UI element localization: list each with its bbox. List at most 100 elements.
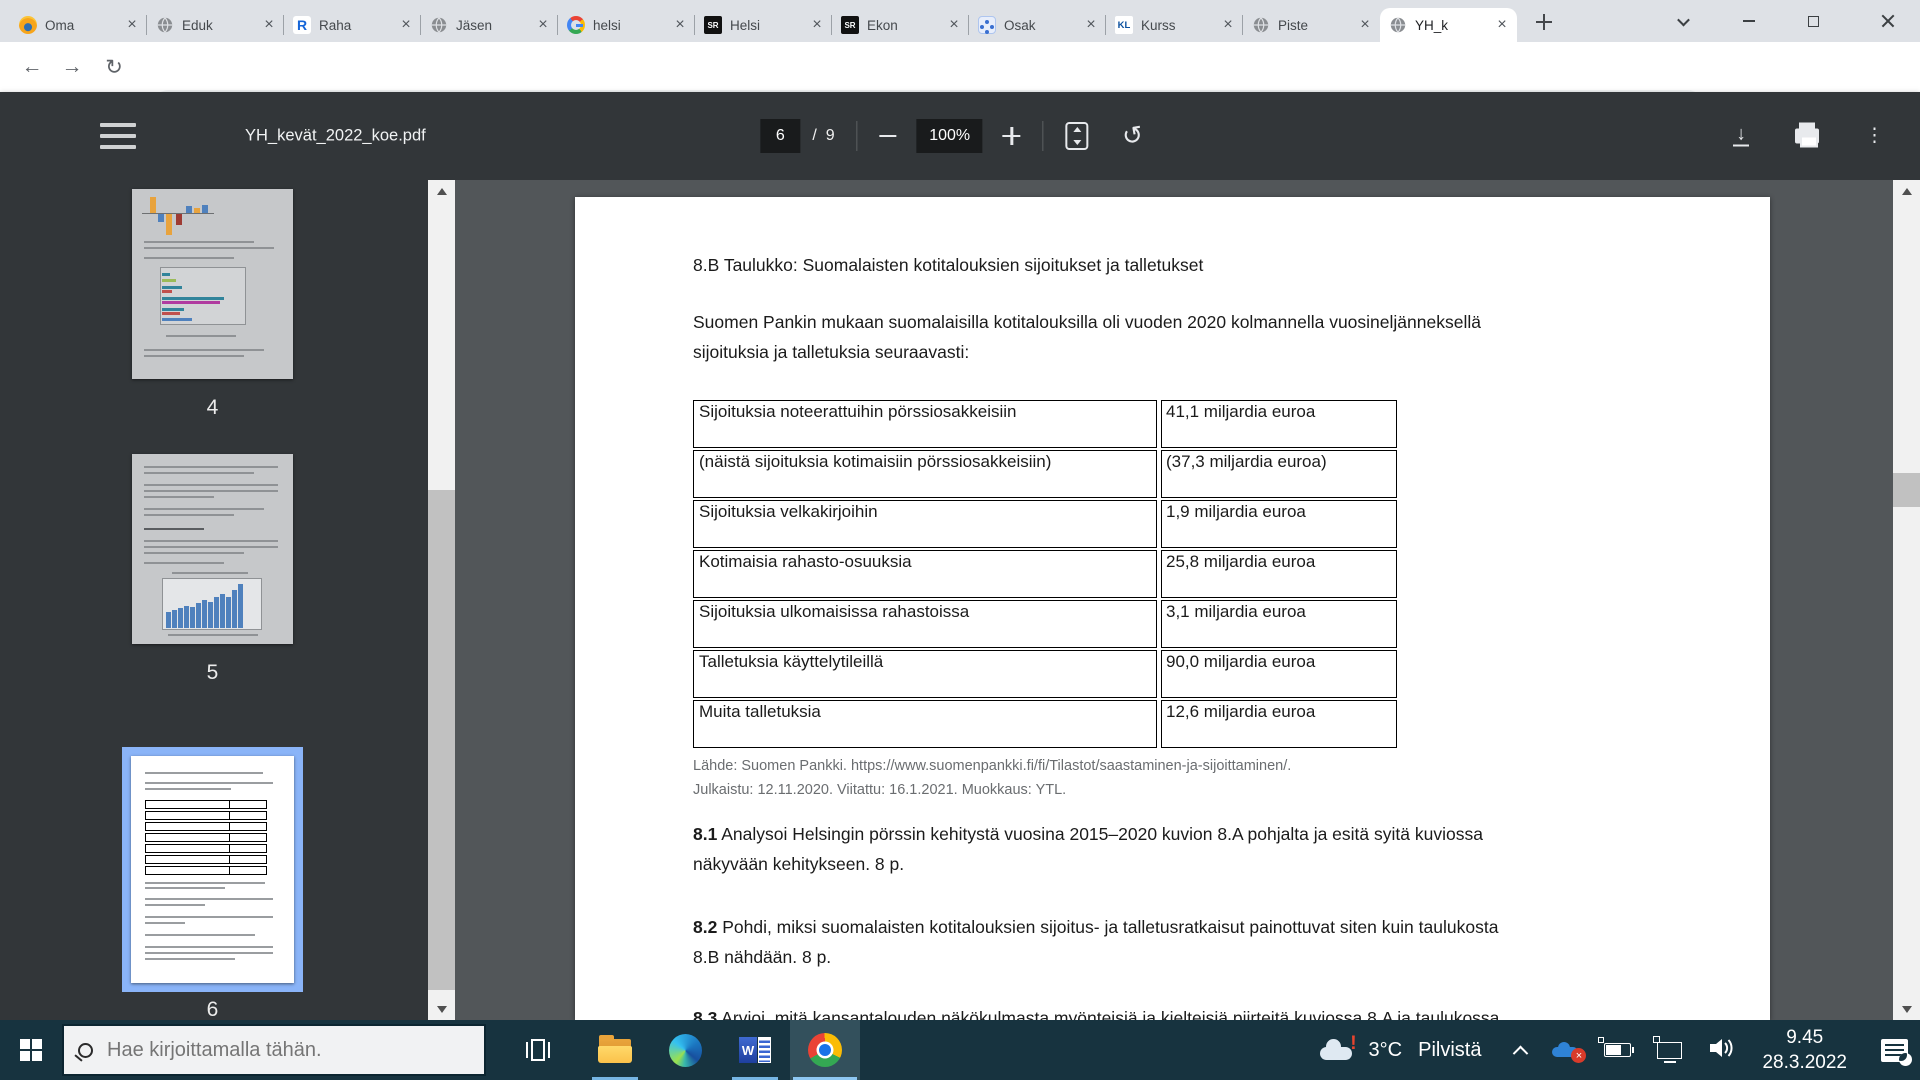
- search-input[interactable]: [107, 1039, 470, 1062]
- page-number-input[interactable]: [760, 119, 800, 153]
- taskbar-clock[interactable]: 9.45 28.3.2022: [1762, 1025, 1847, 1075]
- table-row: Sijoituksia noteerattuihin pörssiosakkei…: [693, 400, 1399, 448]
- tab-label: Raha: [319, 18, 397, 33]
- table-cell-label: Muita talletuksia: [693, 700, 1157, 748]
- maximize-icon: [1808, 16, 1819, 27]
- browser-tab[interactable]: Eduk×: [147, 8, 284, 42]
- tab-label: Kurss: [1141, 18, 1219, 33]
- taskbar-file-explorer[interactable]: [580, 1020, 650, 1080]
- table-row: (näistä sijoituksia kotimaisiin pörssios…: [693, 450, 1399, 498]
- desktop-screen: Oma×Eduk×RRaha×Jäsen×helsi×SRHelsi×SREko…: [0, 0, 1920, 1080]
- browser-tab[interactable]: RRaha×: [284, 8, 421, 42]
- page-scrollbar[interactable]: [1893, 180, 1920, 1020]
- browser-tab[interactable]: Osak×: [969, 8, 1106, 42]
- file-explorer-icon: [599, 1039, 631, 1062]
- table-row: Kotimaisia rahasto-osuuksia25,8 miljardi…: [693, 550, 1399, 598]
- thumbnail-page-6: [131, 756, 294, 983]
- battery-icon[interactable]: [1604, 1043, 1631, 1057]
- tab-label: YH_k: [1415, 18, 1493, 33]
- thumbnail-page-5[interactable]: [132, 454, 293, 644]
- browser-tab[interactable]: Jäsen×: [421, 8, 558, 42]
- weather-temperature[interactable]: 3°C: [1369, 1039, 1403, 1062]
- scroll-up-icon[interactable]: [1893, 182, 1920, 200]
- tab-close-icon[interactable]: ×: [1219, 16, 1237, 34]
- browser-tab[interactable]: SREkon×: [832, 8, 969, 42]
- globe-favicon-icon: [1389, 16, 1407, 34]
- scroll-down-icon[interactable]: [428, 1000, 455, 1018]
- flame-favicon-icon: [19, 16, 37, 34]
- tab-label: Osak: [1004, 18, 1082, 33]
- network-icon[interactable]: [1657, 1042, 1682, 1059]
- thumbnail-page-4[interactable]: [132, 189, 293, 379]
- table-row: Sijoituksia ulkomaisissa rahastoissa3,1 …: [693, 600, 1399, 648]
- browser-tab-active[interactable]: YH_k×: [1380, 8, 1517, 42]
- taskbar-chrome[interactable]: [790, 1020, 860, 1080]
- tab-close-icon[interactable]: ×: [1356, 16, 1374, 34]
- tab-close-icon[interactable]: ×: [945, 16, 963, 34]
- weather-description[interactable]: Pilvistä: [1418, 1039, 1481, 1062]
- print-button[interactable]: [1795, 129, 1819, 144]
- browser-tab[interactable]: Oma×: [10, 8, 147, 42]
- tab-search-button[interactable]: [1660, 0, 1706, 42]
- page-separator: /: [812, 127, 816, 145]
- tab-close-icon[interactable]: ×: [397, 16, 415, 34]
- scrollbar-thumb[interactable]: [428, 490, 455, 990]
- tab-close-icon[interactable]: ×: [1493, 16, 1511, 34]
- browser-tab[interactable]: helsi×: [558, 8, 695, 42]
- question-number: 8.3: [693, 1008, 717, 1020]
- tab-close-icon[interactable]: ×: [260, 16, 278, 34]
- taskbar-word[interactable]: W: [720, 1020, 790, 1080]
- windows-logo-icon: [20, 1039, 42, 1061]
- scrollbar-thumb[interactable]: [1893, 473, 1920, 507]
- page-total: 9: [826, 127, 835, 145]
- tray-expand-icon[interactable]: [1513, 1045, 1529, 1061]
- zoom-level[interactable]: 100%: [917, 119, 983, 153]
- browser-tab[interactable]: Piste×: [1243, 8, 1380, 42]
- tab-label: Jäsen: [456, 18, 534, 33]
- start-button[interactable]: [0, 1020, 62, 1080]
- pdf-menu-button[interactable]: [100, 121, 136, 151]
- notification-center-icon[interactable]: [1881, 1039, 1908, 1062]
- tab-close-icon[interactable]: ×: [123, 16, 141, 34]
- tab-close-icon[interactable]: ×: [1082, 16, 1100, 34]
- fit-page-button[interactable]: [1066, 122, 1089, 150]
- new-tab-button[interactable]: [1530, 8, 1558, 36]
- zoom-out-button[interactable]: [880, 135, 897, 137]
- forward-button[interactable]: →: [52, 47, 92, 87]
- sr-favicon-icon: SR: [704, 16, 722, 34]
- rotate-button[interactable]: ↺: [1120, 119, 1146, 152]
- table-cell-label: Talletuksia käyttelytileillä: [693, 650, 1157, 698]
- table-row: Talletuksia käyttelytileillä90,0 miljard…: [693, 650, 1399, 698]
- tab-close-icon[interactable]: ×: [671, 16, 689, 34]
- tab-close-icon[interactable]: ×: [808, 16, 826, 34]
- thumbnail-page-6-selected[interactable]: [122, 747, 303, 992]
- scroll-down-icon[interactable]: [1893, 1000, 1920, 1018]
- browser-tab[interactable]: SRHelsi×: [695, 8, 832, 42]
- reload-button[interactable]: ↻: [94, 47, 134, 87]
- window-close-button[interactable]: [1856, 0, 1920, 42]
- window-minimize-button[interactable]: [1726, 0, 1772, 42]
- weather-icon[interactable]: !: [1319, 1039, 1355, 1061]
- volume-icon[interactable]: [1708, 1037, 1736, 1064]
- taskbar-edge[interactable]: [650, 1020, 720, 1080]
- table-cell-label: (näistä sijoituksia kotimaisiin pörssios…: [693, 450, 1157, 498]
- globe-favicon-icon: [1252, 16, 1270, 34]
- onedrive-icon[interactable]: ×: [1552, 1042, 1580, 1058]
- pdf-more-button[interactable]: ⋮: [1865, 125, 1884, 148]
- question-item: 8.3 Arvioi, mitä kansantalouden näkökulm…: [693, 1003, 1770, 1020]
- back-button[interactable]: ←: [12, 47, 52, 87]
- window-maximize-button[interactable]: [1790, 0, 1836, 42]
- chrome-icon: [808, 1033, 842, 1067]
- browser-tab[interactable]: KLKurss×: [1106, 8, 1243, 42]
- zoom-in-button[interactable]: [1003, 127, 1021, 145]
- tab-label: Ekon: [867, 18, 945, 33]
- scroll-up-icon[interactable]: [428, 182, 455, 200]
- taskbar-search[interactable]: [62, 1024, 486, 1076]
- pdf-toolbar: YH_kevät_2022_koe.pdf / 9 100% ↺ ↓ ⋮: [0, 92, 1920, 180]
- thumbnail-scrollbar[interactable]: [428, 180, 455, 1020]
- tab-close-icon[interactable]: ×: [534, 16, 552, 34]
- table-cell-label: Sijoituksia ulkomaisissa rahastoissa: [693, 600, 1157, 648]
- download-button[interactable]: ↓: [1733, 125, 1749, 146]
- task-view-button[interactable]: [526, 1037, 552, 1063]
- question-item: 8.1 Analysoi Helsingin pörssin kehitystä…: [693, 819, 1770, 879]
